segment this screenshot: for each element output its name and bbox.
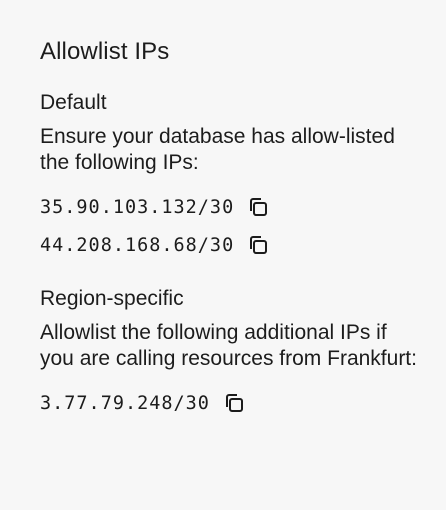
region-section-description: Allowlist the following additional IPs i… [40,321,417,370]
ip-row: 3.77.79.248/30 [40,384,446,422]
panel-title: Allowlist IPs [40,38,170,65]
ip-address: 35.90.103.132/30 [40,196,235,218]
default-section-title: Default [40,91,107,114]
default-section-description: Ensure your database has allow-listed th… [40,125,395,174]
copy-icon[interactable] [246,195,270,219]
copy-icon[interactable] [246,233,270,257]
ip-row: 44.208.168.68/30 [40,226,446,264]
ip-address: 44.208.168.68/30 [40,234,235,256]
ip-row: 35.90.103.132/30 [40,188,446,226]
allowlist-panel: Allowlist IPs Default Ensure your databa… [0,0,446,422]
copy-icon[interactable] [222,391,246,415]
region-section-title: Region-specific [40,287,184,310]
ip-address: 3.77.79.248/30 [40,392,210,414]
default-section: Default Ensure your database has allow-l… [40,90,446,264]
region-section: Region-specific Allowlist the following … [40,286,446,422]
